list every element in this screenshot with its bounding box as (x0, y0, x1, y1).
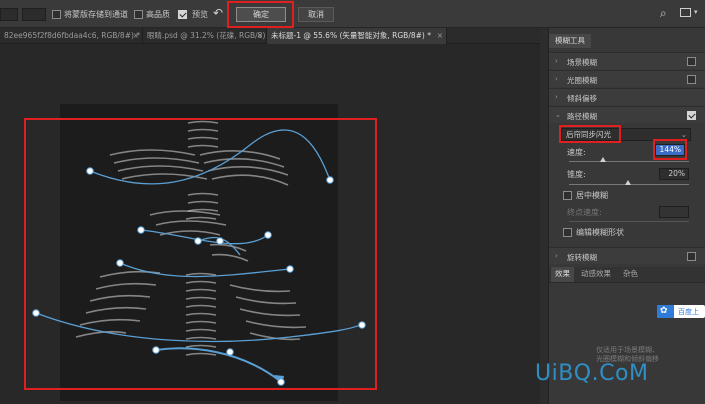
close-icon[interactable]: × (257, 28, 263, 43)
tab-doc-2[interactable]: 眼睛.psd @ 31.2% (花碟, RGB/8) * × (143, 28, 267, 44)
tab-doc-1[interactable]: 82ee965f2f8d6fbdaa4c6, RGB/8#) * × (0, 28, 143, 44)
high-quality-label: 高品质 (146, 10, 170, 19)
expand-icon[interactable]: › (555, 57, 558, 65)
endpoint-speed-label: 终点速度: (567, 208, 602, 217)
speed-highlight (653, 139, 687, 160)
undo-icon[interactable]: ↶ (213, 6, 223, 20)
path-blur-checkbox[interactable] (687, 111, 696, 120)
baidu-label: 百度上 (678, 308, 699, 316)
row-label: 光圈模糊 (567, 76, 597, 85)
tool-field[interactable] (0, 8, 18, 21)
cancel-button[interactable]: 取消 (298, 7, 334, 22)
high-quality-checkbox[interactable] (134, 10, 143, 19)
taper-label: 锥度: (567, 170, 586, 179)
canvas-area[interactable] (0, 45, 540, 404)
site-watermark: UiBQ.CoM (535, 361, 649, 386)
field-blur-checkbox[interactable] (687, 57, 696, 66)
paw-icon: ✿ (660, 306, 668, 316)
info-line-1: 仅适用于场景模糊、 (596, 346, 659, 354)
expand-icon[interactable]: › (555, 252, 558, 260)
baidu-widget[interactable]: ✿ 百度上 (657, 305, 705, 318)
endpoint-slider-track[interactable] (569, 221, 689, 222)
tab-motion-effects[interactable]: 动感效果 (577, 267, 615, 282)
close-icon[interactable]: × (437, 28, 443, 43)
tab-label: 未标题-1 @ 55.6% (矢量智能对象, RGB/8#) * (271, 31, 431, 40)
endpoint-speed-input[interactable] (659, 206, 689, 218)
tab-effects[interactable]: 效果 (551, 267, 574, 282)
taper-input[interactable]: 20% (659, 168, 689, 180)
save-mask-checkbox[interactable] (52, 10, 61, 19)
iris-blur-checkbox[interactable] (687, 75, 696, 84)
workspace-icon[interactable] (680, 8, 691, 17)
row-iris-blur[interactable]: › 光圈模糊 (549, 70, 705, 87)
close-icon[interactable]: × (133, 28, 139, 43)
taper-slider-thumb[interactable] (625, 180, 631, 185)
baidu-logo: ✿ (657, 305, 674, 318)
tab-label: 眼睛.psd @ 31.2% (花碟, RGB/8) * (147, 31, 267, 40)
blur-tools-panel: 模糊工具 › 场景模糊 › 光圈模糊 › 倾斜偏移 ⌄ 路径模糊 后帘同步闪光 … (548, 28, 705, 404)
row-label: 路径模糊 (567, 112, 597, 121)
expand-icon[interactable]: › (555, 93, 558, 101)
edit-shapes-label: 编辑模糊形状 (576, 228, 624, 237)
row-field-blur[interactable]: › 场景模糊 (549, 52, 705, 69)
document-tabs: 82ee965f2f8d6fbdaa4c6, RGB/8#) * × 眼睛.ps… (0, 28, 540, 44)
centered-blur-label: 居中模糊 (576, 191, 608, 200)
row-tilt-shift[interactable]: › 倾斜偏移 (549, 88, 705, 105)
row-label: 倾斜偏移 (567, 94, 597, 103)
expand-icon[interactable]: › (555, 75, 558, 83)
tab-noise[interactable]: 杂色 (619, 267, 642, 282)
centered-blur-checkbox[interactable] (563, 191, 572, 200)
row-path-blur[interactable]: ⌄ 路径模糊 (549, 106, 705, 123)
save-mask-label: 将蒙版存储到通道 (64, 10, 128, 19)
chevron-down-icon[interactable]: ▾ (694, 8, 698, 16)
row-label: 旋转模糊 (567, 253, 597, 262)
photoshop-window: 将蒙版存储到通道 高品质 预览 ↶ 确定 取消 ⌕ ▾ 82ee965f2f8d… (0, 0, 705, 404)
row-spin-blur[interactable]: › 旋转模糊 (549, 247, 705, 264)
speed-slider-track[interactable] (569, 161, 689, 162)
preview-label: 预览 (192, 10, 208, 19)
panel-dock-strip (540, 28, 548, 404)
canvas-highlight (24, 118, 377, 390)
spin-blur-checkbox[interactable] (687, 252, 696, 261)
tab-doc-3[interactable]: 未标题-1 @ 55.6% (矢量智能对象, RGB/8#) * × (267, 28, 447, 44)
search-icon[interactable]: ⌕ (660, 6, 667, 21)
collapse-icon[interactable]: ⌄ (555, 111, 561, 119)
preview-checkbox[interactable] (178, 10, 187, 19)
speed-label: 速度: (567, 148, 586, 157)
options-bar: 将蒙版存储到通道 高品质 预览 ↶ 确定 取消 ⌕ ▾ (0, 0, 705, 28)
effects-tabbar: 效果 动感效果 杂色 (549, 267, 705, 283)
edit-shapes-checkbox[interactable] (563, 228, 572, 237)
tool-field-2[interactable] (22, 8, 46, 21)
panel-title-tab[interactable]: 模糊工具 (549, 34, 591, 48)
ok-button[interactable]: 确定 (236, 7, 286, 22)
row-label: 场景模糊 (567, 58, 597, 67)
speed-slider-thumb[interactable] (600, 157, 606, 162)
mode-highlight (559, 125, 621, 143)
tab-label: 82ee965f2f8d6fbdaa4c6, RGB/8#) * (4, 31, 141, 40)
